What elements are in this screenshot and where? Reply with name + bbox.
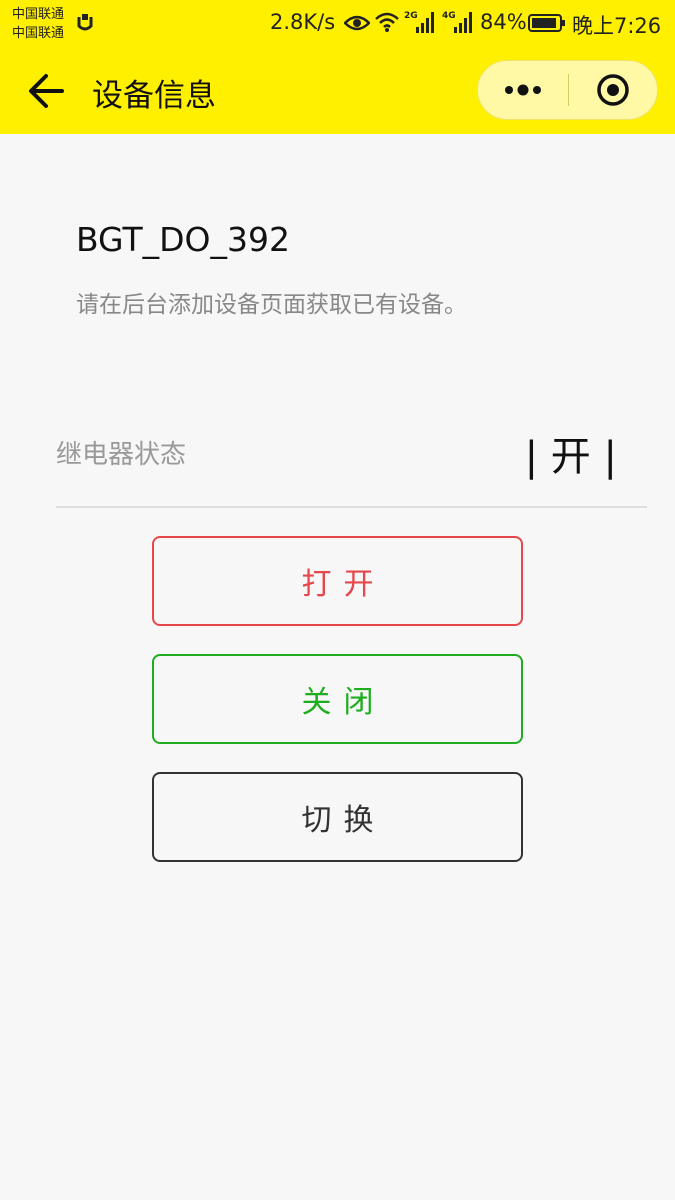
close-miniprogram-button[interactable] xyxy=(569,61,657,119)
net-speed: 2.8K/s xyxy=(270,10,336,34)
mini-program-capsule xyxy=(477,60,658,120)
open-button[interactable]: 打开 xyxy=(152,536,523,626)
target-circle-icon xyxy=(597,74,629,106)
status-bar: 中国联通 中国联通 2.8K/s 2G 4G 84% 晚上7:26 xyxy=(0,0,675,48)
more-button[interactable] xyxy=(478,61,568,119)
signal-2g-label: 2G xyxy=(404,11,418,21)
relay-status-value: | 开 | xyxy=(524,434,617,480)
carrier-stack: 中国联通 中国联通 xyxy=(12,5,64,43)
close-button[interactable]: 关闭 xyxy=(152,654,523,744)
signal-4g-label: 4G xyxy=(442,11,456,21)
header: 中国联通 中国联通 2.8K/s 2G 4G 84% 晚上7:26 设备信息 xyxy=(0,0,675,134)
wifi-icon xyxy=(375,12,399,32)
more-dots-icon xyxy=(505,84,541,96)
toggle-button[interactable]: 切换 xyxy=(152,772,523,862)
battery-icon xyxy=(528,14,565,32)
relay-status-label: 继电器状态 xyxy=(56,440,187,470)
signal-4g-icon: 4G xyxy=(442,11,472,33)
carrier-icon xyxy=(77,14,93,31)
carrier-2: 中国联通 xyxy=(12,26,65,41)
device-name: BGT_DO_392 xyxy=(76,220,290,259)
page-title: 设备信息 xyxy=(92,78,216,114)
clock: 晚上7:26 xyxy=(572,14,662,38)
device-hint: 请在后台添加设备页面获取已有设备。 xyxy=(76,292,467,318)
arrow-left-icon[interactable] xyxy=(26,72,66,110)
eye-icon xyxy=(344,15,370,31)
carrier-1: 中国联通 xyxy=(12,7,65,22)
battery-percent: 84% xyxy=(480,10,527,34)
divider xyxy=(56,506,647,508)
signal-2g-icon: 2G xyxy=(404,11,434,33)
